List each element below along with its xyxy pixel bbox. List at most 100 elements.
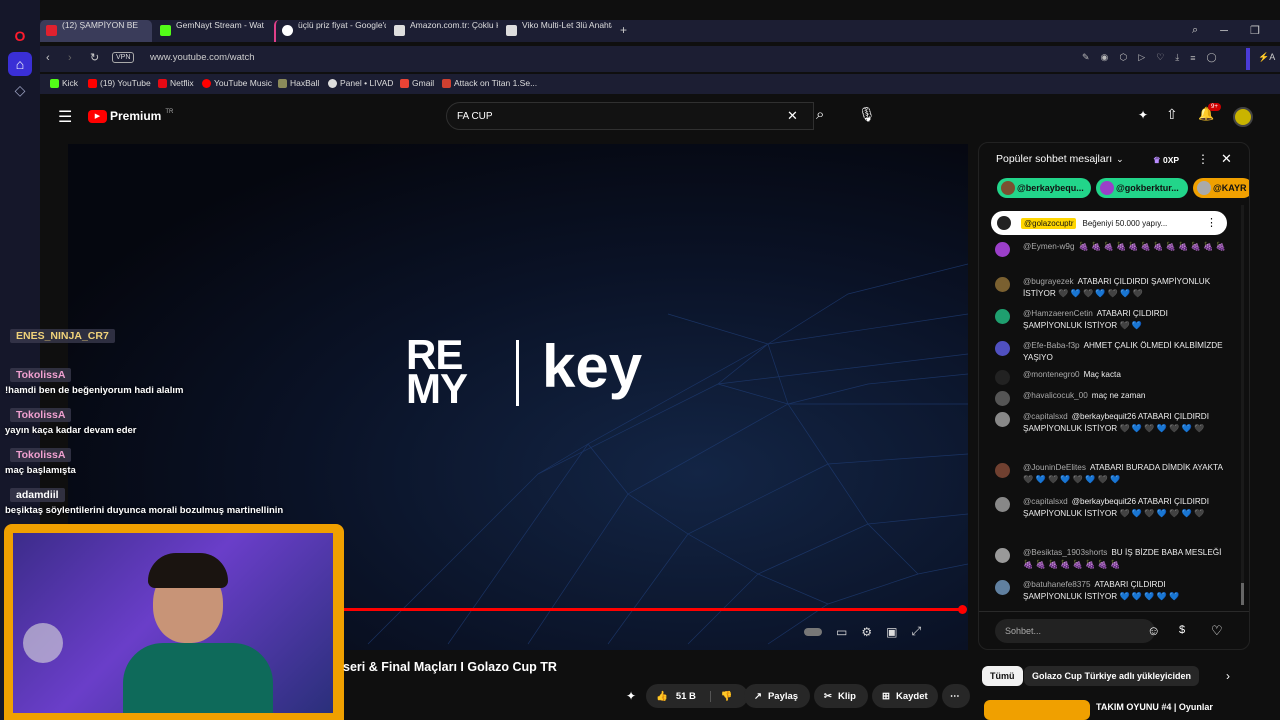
chat-pill[interactable]: @KAYR bbox=[1193, 178, 1249, 198]
menu-icon[interactable]: ≡ bbox=[1190, 53, 1195, 63]
decor-ball bbox=[23, 623, 63, 663]
message-text: 🍇 🍇 🍇 🍇 🍇 🍇 🍇 🍇 🍇 🍇 🍇 🍇 bbox=[1078, 242, 1226, 251]
related-thumbnail[interactable] bbox=[984, 700, 1090, 720]
tab-item[interactable]: Amazon.com.tr: Çoklu Priz bbox=[388, 20, 498, 42]
search-tabs-icon[interactable]: ⌕ bbox=[1192, 24, 1198, 37]
fullscreen-icon[interactable]: ⤢ bbox=[911, 624, 921, 639]
microphone-icon[interactable]: 🎙 bbox=[858, 106, 876, 123]
progress-bar[interactable] bbox=[343, 605, 967, 614]
close-chat-icon[interactable]: ✕ bbox=[1221, 151, 1232, 167]
upload-icon[interactable]: ⇧ bbox=[1166, 106, 1178, 123]
chat-header-label: Popüler sohbet mesajları bbox=[996, 153, 1113, 165]
vpn-badge[interactable]: VPN bbox=[112, 52, 135, 63]
new-tab-icon[interactable]: + bbox=[620, 23, 627, 37]
restore-icon[interactable]: ❐ bbox=[1250, 24, 1260, 37]
back-icon[interactable]: ‹ bbox=[46, 52, 50, 64]
heart-icon[interactable]: ♡ bbox=[1156, 52, 1164, 63]
chat-pill[interactable]: @gokberktur... bbox=[1096, 178, 1188, 198]
message-text: Maç kacta bbox=[1083, 370, 1121, 379]
chat-mode-select[interactable]: Popüler sohbet mesajları ⌄ bbox=[996, 153, 1124, 165]
hamburger-icon[interactable]: ☰ bbox=[58, 107, 72, 127]
avatar bbox=[995, 309, 1010, 324]
subtitles-icon[interactable]: ▭ bbox=[836, 625, 847, 639]
forward-icon[interactable]: › bbox=[68, 52, 72, 64]
play-icon[interactable]: ▷ bbox=[1138, 52, 1145, 63]
chip-all[interactable]: Tümü bbox=[982, 666, 1023, 686]
youtube-logo[interactable]: ▶ Premium TR bbox=[88, 109, 173, 123]
bookmark-item[interactable]: Gmail bbox=[400, 78, 434, 88]
share-button[interactable]: ↗ Paylaş bbox=[744, 684, 810, 708]
create-icon[interactable]: ✦ bbox=[1138, 108, 1148, 122]
tab-label: (12) ŞAMPİYON BE bbox=[62, 20, 139, 30]
camera-icon[interactable]: ◉ bbox=[1101, 52, 1109, 63]
search-input[interactable]: FA CUP ✕ bbox=[446, 102, 814, 130]
chat-scrollbar[interactable] bbox=[1241, 205, 1244, 605]
overlay-message: maç başlamışta bbox=[5, 465, 76, 476]
clear-search-icon[interactable]: ✕ bbox=[787, 108, 798, 124]
chevron-down-icon: ⌄ bbox=[1116, 153, 1124, 164]
thumbs-down-icon[interactable]: 👎 bbox=[709, 690, 733, 702]
pinboard-icon[interactable]: ◇ bbox=[8, 78, 32, 102]
pinned-message[interactable]: @golazocuptr Beğeniyi 50.000 yapıy... ⋮ bbox=[991, 211, 1227, 235]
avatar[interactable] bbox=[1233, 107, 1253, 127]
aria-icon[interactable]: ⚡A bbox=[1258, 52, 1275, 63]
xp-badge[interactable]: ♛ 0XP bbox=[1153, 155, 1179, 166]
related-title[interactable]: TAKIM OYUNU #4 | Oyunlar bbox=[1096, 702, 1213, 712]
chat-divider bbox=[979, 611, 1249, 612]
bookmark-item[interactable]: Netflix bbox=[158, 78, 194, 88]
chat-input[interactable]: Sohbet... bbox=[995, 619, 1155, 643]
search-button[interactable]: ⌕ bbox=[804, 102, 844, 130]
tab-item[interactable]: Viko Multi-Let 3lü Anahtar bbox=[500, 20, 612, 42]
edit-icon[interactable]: ✎ bbox=[1082, 52, 1090, 63]
pinned-avatar bbox=[997, 216, 1011, 230]
shield-icon[interactable]: ⬡ bbox=[1119, 52, 1127, 63]
chat-scrollbar-thumb[interactable] bbox=[1241, 583, 1244, 605]
clip-button[interactable]: ✂ Klip bbox=[814, 684, 868, 708]
creator-tools-icon[interactable]: ✦ bbox=[626, 689, 636, 703]
tab-item[interactable]: üçlü priz fiyat - Google'da bbox=[274, 20, 386, 42]
super-chat-icon[interactable]: $ bbox=[1179, 624, 1185, 636]
tab-item[interactable]: (12) ŞAMPİYON BE bbox=[40, 20, 152, 42]
tab-label: Viko Multi-Let 3lü Anahtar bbox=[522, 20, 612, 30]
profile-icon[interactable]: ◯ bbox=[1207, 52, 1217, 63]
bookmark-item[interactable]: Panel • LIVAD bbox=[328, 78, 393, 88]
pinned-more-icon[interactable]: ⋮ bbox=[1206, 216, 1217, 229]
overlay-username: TokolissA bbox=[10, 448, 72, 462]
like-button[interactable]: 👍 51 B 👎 bbox=[646, 684, 748, 708]
bookmark-item[interactable]: YouTube Music bbox=[202, 78, 272, 88]
miniplayer-icon[interactable]: ▣ bbox=[886, 625, 897, 639]
pill-avatar bbox=[1100, 181, 1114, 195]
message-author: @Eymen-w9g bbox=[1023, 242, 1075, 251]
settings-icon[interactable]: ⚙ bbox=[861, 625, 872, 639]
heart-reaction-icon[interactable]: ♡ bbox=[1211, 623, 1223, 639]
more-actions-button[interactable]: ⋯ bbox=[942, 684, 970, 708]
tab-label: GemNayt Stream - Watch bbox=[176, 20, 264, 30]
tab-item[interactable]: GemNayt Stream - Watch bbox=[154, 20, 264, 42]
message-author: @havalicocuk_00 bbox=[1023, 391, 1088, 400]
bookmark-item[interactable]: (19) YouTube bbox=[88, 78, 151, 88]
emoji-icon[interactable]: ☺ bbox=[1147, 623, 1160, 638]
home-icon[interactable]: ⌂ bbox=[8, 52, 32, 76]
more-options-icon[interactable]: ⋮ bbox=[1197, 152, 1209, 166]
notification-badge: 9+ bbox=[1208, 103, 1221, 111]
bookmark-item[interactable]: HaxBall bbox=[278, 78, 319, 88]
bookmark-label: HaxBall bbox=[290, 78, 320, 88]
chips-next-icon[interactable]: › bbox=[1226, 669, 1230, 683]
message-author: @HamzaerenCetin bbox=[1023, 309, 1093, 318]
opera-logo-icon[interactable]: O bbox=[8, 24, 32, 48]
chat-pill[interactable]: @berkaybequ... bbox=[997, 178, 1091, 198]
reload-icon[interactable]: ↻ bbox=[90, 51, 99, 64]
chip-uploader[interactable]: Golazo Cup Türkiye adlı yükleyiciden bbox=[1024, 666, 1200, 686]
download-icon[interactable]: ⤓ bbox=[1175, 52, 1179, 63]
autoplay-toggle[interactable] bbox=[804, 627, 822, 636]
save-button[interactable]: ⊞ Kaydet bbox=[872, 684, 938, 708]
tab-label: üçlü priz fiyat - Google'da bbox=[298, 20, 386, 30]
minimize-icon[interactable]: ─ bbox=[1220, 25, 1228, 37]
bookmark-item[interactable]: Kick bbox=[50, 78, 78, 88]
avatar bbox=[995, 463, 1010, 478]
bookmark-item[interactable]: Attack on Titan 1.Se... bbox=[442, 78, 537, 88]
avatar bbox=[995, 391, 1010, 406]
progress-scrubber[interactable] bbox=[958, 605, 967, 614]
url-field[interactable]: www.youtube.com/watch bbox=[150, 52, 255, 63]
youtube-header: ☰ ▶ Premium TR FA CUP ✕ ⌕ 🎙 ✦ ⇧ 🔔 9+ bbox=[40, 96, 1280, 140]
